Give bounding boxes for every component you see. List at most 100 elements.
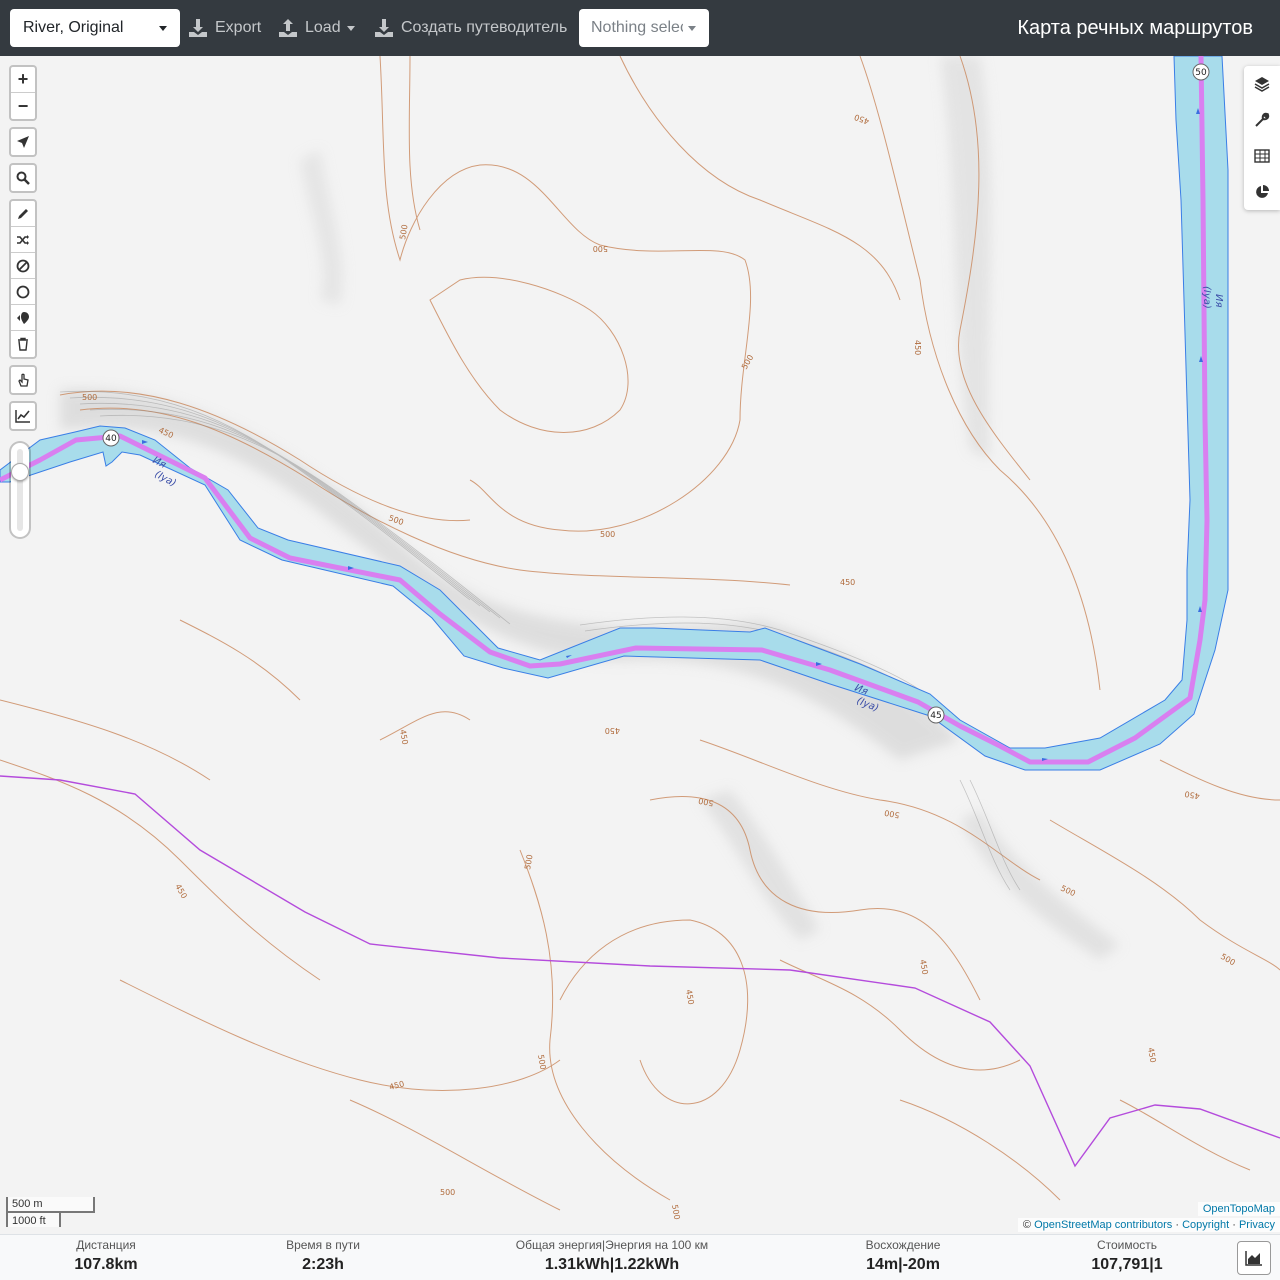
circle-area-button[interactable] [11, 279, 35, 305]
stat-value: 1.22 [614, 1256, 646, 1273]
river-label: Ия [1213, 294, 1224, 308]
opentopomap-attribution[interactable]: OpenTopoMap [1197, 1202, 1280, 1216]
stat-unit: kWh [645, 1256, 680, 1273]
delete-button[interactable] [11, 331, 35, 357]
area-chart-icon [1245, 1251, 1262, 1266]
pan-button[interactable] [11, 367, 35, 393]
pie-chart-icon [1256, 185, 1269, 198]
export-button[interactable]: Export [188, 9, 261, 47]
stat-unit: m [925, 1256, 940, 1273]
copyright-link[interactable]: Copyright [1182, 1219, 1229, 1231]
scale-imperial: 1000 ft [6, 1211, 61, 1227]
stat-cost: Стоимость 107,791|1 [1074, 1238, 1180, 1276]
slider-track [17, 449, 23, 531]
zoom-out-button[interactable]: − [11, 93, 35, 119]
settings-button[interactable] [1244, 102, 1280, 138]
contour-label: 450 [605, 726, 620, 735]
svg-text:40: 40 [105, 434, 117, 444]
download-icon [375, 19, 393, 37]
svg-text:45: 45 [930, 711, 941, 721]
topographic-basemap: 500 450 500 500 500 500 450 450 450 500 … [0, 56, 1280, 1234]
stat-value: 107.8 [74, 1256, 115, 1273]
stat-unit: h [334, 1256, 344, 1273]
km-marker[interactable]: 50 [1192, 63, 1210, 81]
zoom-in-button[interactable]: + [11, 67, 35, 93]
stat-energy: Общая энергия|Энергия на 100 км 1.31kWh|… [492, 1238, 732, 1276]
profile-select-value: River, Original [23, 19, 124, 36]
attribution-separator: · [1175, 1219, 1179, 1231]
selection-dropdown-text: Nothing selected [591, 19, 683, 36]
line-chart-icon [15, 410, 30, 423]
contour-label: 450 [840, 578, 855, 587]
attribution-separator: · [1232, 1219, 1236, 1231]
upload-icon [279, 19, 297, 37]
map-canvas[interactable]: 500 450 500 500 500 500 450 450 450 500 … [0, 56, 1280, 1234]
stat-time: Время в пути 2:23h [272, 1238, 374, 1276]
draw-route-button[interactable] [11, 201, 35, 227]
selection-dropdown[interactable]: Nothing selected [579, 9, 709, 47]
poi-button[interactable] [11, 305, 35, 331]
sidebar-tabs [1244, 66, 1280, 210]
elevation-toggle-control [9, 401, 37, 431]
table-icon [1254, 149, 1270, 163]
create-guide-button[interactable]: Создать путеводитель [374, 9, 567, 47]
elevation-chart-button[interactable] [11, 403, 35, 429]
profile-select[interactable]: River, Original [10, 9, 180, 47]
draw-toolbar [9, 199, 37, 359]
locate-control [9, 127, 37, 157]
contour-label: 500 [82, 393, 97, 402]
trash-icon [18, 337, 28, 351]
brand-title: Карта речных маршрутов [1017, 17, 1253, 39]
search-control [9, 163, 37, 193]
shuffle-button[interactable] [11, 227, 35, 253]
search-button[interactable] [11, 165, 35, 191]
stat-value: 1 [1153, 1256, 1163, 1273]
contour-label: 500 [600, 530, 615, 539]
stat-value: 14 [866, 1256, 884, 1273]
load-label: Load [305, 19, 341, 36]
top-navbar: River, Original Export Load Создать путе… [0, 0, 1280, 56]
wrench-icon [1255, 112, 1270, 127]
shuffle-icon [17, 234, 29, 245]
stat-distance: Дистанция 107.8km [60, 1238, 152, 1276]
search-icon [16, 171, 30, 185]
minus-icon: − [17, 95, 29, 116]
hand-control [9, 365, 37, 395]
create-guide-label: Создать путеводитель [401, 19, 568, 36]
location-arrow-icon [17, 136, 29, 148]
slider-handle[interactable] [11, 463, 29, 481]
chevron-down-icon [159, 26, 167, 31]
zoom-control: + − [9, 65, 37, 121]
river-label-latin: (Iya) [1201, 286, 1212, 309]
locate-button[interactable] [11, 129, 35, 155]
privacy-link[interactable]: Privacy [1239, 1219, 1275, 1231]
load-button[interactable]: Load [278, 9, 355, 47]
chevron-down-icon [688, 26, 696, 31]
stat-value: 107,791 [1091, 1256, 1150, 1273]
pencil-icon [18, 208, 28, 219]
opacity-slider[interactable] [9, 441, 31, 539]
stat-label: Восхождение [865, 1238, 941, 1252]
stat-unit: m [883, 1256, 899, 1273]
export-label: Export [215, 19, 262, 36]
statistics-button[interactable] [1244, 174, 1280, 210]
scale-bar: 500 m 1000 ft [6, 1197, 95, 1227]
download-icon [189, 19, 207, 37]
stat-label: Дистанция [76, 1238, 136, 1252]
data-table-button[interactable] [1244, 138, 1280, 174]
layers-button[interactable] [1244, 66, 1280, 102]
no-go-area-button[interactable] [11, 253, 35, 279]
map-marker-icon [17, 311, 29, 324]
km-marker[interactable]: 45 [927, 706, 945, 724]
copyright-symbol: © [1022, 1219, 1032, 1231]
osm-link[interactable]: OpenStreetMap contributors [1034, 1219, 1172, 1231]
contour-label: 450 [913, 340, 922, 355]
plus-icon: + [17, 69, 29, 89]
svg-text:50: 50 [1195, 68, 1207, 78]
elevation-profile-button[interactable] [1237, 1241, 1271, 1275]
map-attribution: © OpenStreetMap contributors · Copyright… [1017, 1218, 1280, 1232]
route-stats-bar: Дистанция 107.8km Время в пути 2:23h Общ… [0, 1234, 1280, 1280]
km-marker[interactable]: 40 [102, 429, 120, 447]
contour-label: 500 [440, 1188, 455, 1197]
chevron-down-icon [346, 25, 355, 31]
